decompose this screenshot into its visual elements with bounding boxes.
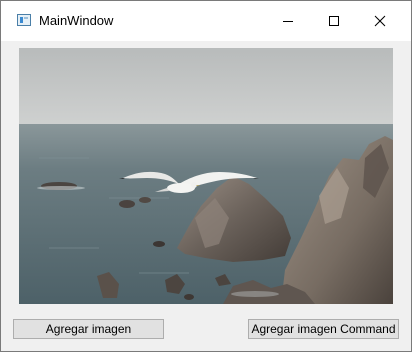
image-display <box>19 48 393 304</box>
add-image-button[interactable]: Agregar imagen <box>13 319 164 339</box>
client-area: Agregar imagen Agregar imagen Command <box>1 41 411 351</box>
add-image-command-button[interactable]: Agregar imagen Command <box>248 319 399 339</box>
minimize-icon <box>283 21 293 22</box>
main-window: MainWindow Agregar imagen Agregar imagen… <box>0 0 412 352</box>
window-title: MainWindow <box>39 13 114 28</box>
close-button[interactable] <box>357 1 403 41</box>
app-window-icon <box>17 14 31 26</box>
seagull-photo <box>19 48 393 304</box>
close-icon <box>374 15 386 27</box>
maximize-button[interactable] <box>311 1 357 41</box>
maximize-icon <box>329 16 339 26</box>
title-bar[interactable]: MainWindow <box>1 1 411 41</box>
minimize-button[interactable] <box>265 1 311 41</box>
